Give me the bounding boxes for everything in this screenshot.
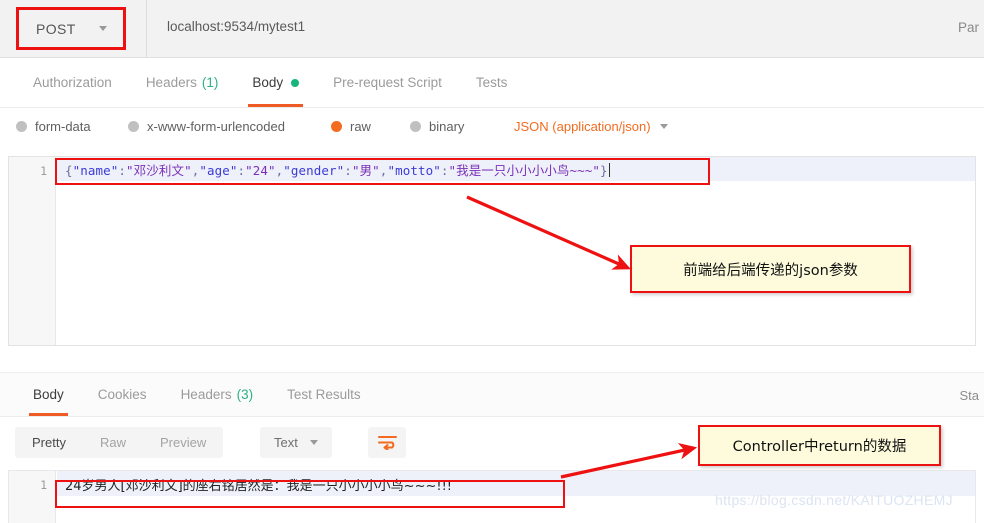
content-type-label: JSON (application/json) — [514, 119, 651, 134]
code-token: { — [65, 163, 73, 178]
tab-pre-request-script[interactable]: Pre-request Script — [316, 58, 459, 107]
tab-response-cookies[interactable]: Cookies — [81, 373, 164, 416]
radio-icon — [16, 121, 27, 132]
response-format-label: Text — [274, 435, 298, 450]
line-number: 1 — [40, 478, 47, 492]
chevron-down-icon — [659, 124, 668, 129]
annotation-text: Controller中return的数据 — [732, 439, 907, 455]
response-format-dropdown[interactable]: Text — [260, 427, 332, 458]
request-tabs-bar: Authorization Headers (1) Body Pre-reque… — [0, 58, 984, 108]
body-modified-dot-icon — [291, 78, 300, 87]
tab-test-results[interactable]: Test Results — [270, 373, 378, 416]
tab-label: Test Results — [287, 387, 361, 402]
code-token: } — [600, 163, 608, 178]
code-token: "24" — [245, 163, 276, 178]
request-editor-gutter: 1 — [9, 157, 56, 345]
tab-response-headers[interactable]: Headers (3) — [164, 373, 271, 416]
response-view-mode-group: Pretty Raw Preview — [15, 427, 224, 458]
tab-headers[interactable]: Headers (1) — [129, 58, 236, 107]
tab-tests[interactable]: Tests — [459, 58, 525, 107]
code-token: "motto" — [387, 163, 441, 178]
annotation-controller-return: Controller中return的数据 — [698, 425, 941, 466]
radio-icon — [410, 121, 421, 132]
code-token: : — [344, 163, 352, 178]
tab-label: Body — [33, 387, 64, 402]
view-mode-pretty[interactable]: Pretty — [15, 427, 83, 458]
tab-label: Pre-request Script — [333, 75, 442, 90]
response-body-text: 24岁男人[邓沙利文]的座右铭居然是：我是一只小小小小鸟~~~!!! — [65, 479, 452, 494]
params-button[interactable]: Par — [958, 20, 979, 35]
request-url-input[interactable] — [167, 19, 867, 34]
word-wrap-icon — [377, 436, 397, 450]
request-body-code[interactable]: {"name":"邓沙利文","age":"24","gender":"男","… — [65, 160, 610, 179]
response-editor-gutter: 1 — [9, 471, 56, 523]
code-token: "我是一只小小小小鸟~~~" — [448, 163, 600, 178]
tab-label: Tests — [475, 75, 508, 90]
tab-label: Headers — [145, 75, 197, 90]
response-status-label: Sta — [959, 388, 979, 403]
annotation-text: 前端给后端传递的json参数 — [683, 262, 858, 279]
line-number: 1 — [40, 164, 47, 178]
code-token: "gender" — [283, 163, 345, 178]
http-method-dropdown[interactable]: POST — [22, 13, 118, 44]
code-token: : — [237, 163, 246, 178]
http-method-cell: POST — [0, 0, 147, 57]
code-token: "age" — [199, 163, 238, 178]
radio-label: raw — [350, 119, 371, 134]
code-token: : — [118, 163, 127, 178]
tab-label: Body — [252, 75, 284, 90]
word-wrap-toggle[interactable] — [368, 427, 406, 458]
response-tabs: Body Cookies Headers (3) Test Results — [16, 373, 378, 416]
view-mode-raw[interactable]: Raw — [83, 427, 143, 458]
radio-raw[interactable]: raw — [331, 119, 371, 134]
http-method-label: POST — [36, 20, 76, 37]
tab-label: Cookies — [97, 387, 147, 402]
chevron-down-icon — [99, 26, 107, 31]
headers-count-badge: (1) — [201, 75, 219, 90]
radio-binary[interactable]: binary — [410, 119, 464, 134]
request-tabs: Authorization Headers (1) Body Pre-reque… — [16, 58, 524, 107]
body-type-row: form-data x-www-form-urlencoded raw bina… — [0, 108, 984, 150]
radio-x-www-form-urlencoded[interactable]: x-www-form-urlencoded — [128, 119, 285, 134]
tab-body[interactable]: Body — [235, 58, 316, 107]
code-token: "邓沙利文" — [126, 163, 192, 178]
radio-label: binary — [429, 119, 465, 134]
chevron-down-icon — [309, 440, 318, 445]
tab-label: Headers — [180, 387, 232, 402]
request-url-bar: POST Par — [0, 0, 984, 58]
code-token: "name" — [72, 163, 119, 178]
radio-icon-selected — [331, 121, 342, 132]
radio-label: x-www-form-urlencoded — [147, 119, 285, 134]
view-mode-preview[interactable]: Preview — [143, 427, 223, 458]
code-token: "男" — [351, 163, 380, 178]
tab-label: Authorization — [33, 75, 112, 90]
watermark: https://blog.csdn.net/KAITUOZHEMJ — [715, 492, 953, 508]
annotation-request-json: 前端给后端传递的json参数 — [630, 245, 911, 293]
text-cursor — [608, 163, 610, 177]
tab-authorization[interactable]: Authorization — [16, 58, 129, 107]
radio-label: form-data — [35, 119, 91, 134]
tab-response-body[interactable]: Body — [16, 373, 81, 416]
radio-icon — [128, 121, 139, 132]
radio-form-data[interactable]: form-data — [16, 119, 91, 134]
response-headers-count-badge: (3) — [236, 387, 254, 402]
response-tabs-bar: Body Cookies Headers (3) Test Results St… — [0, 372, 984, 417]
content-type-dropdown[interactable]: JSON (application/json) — [514, 119, 668, 134]
